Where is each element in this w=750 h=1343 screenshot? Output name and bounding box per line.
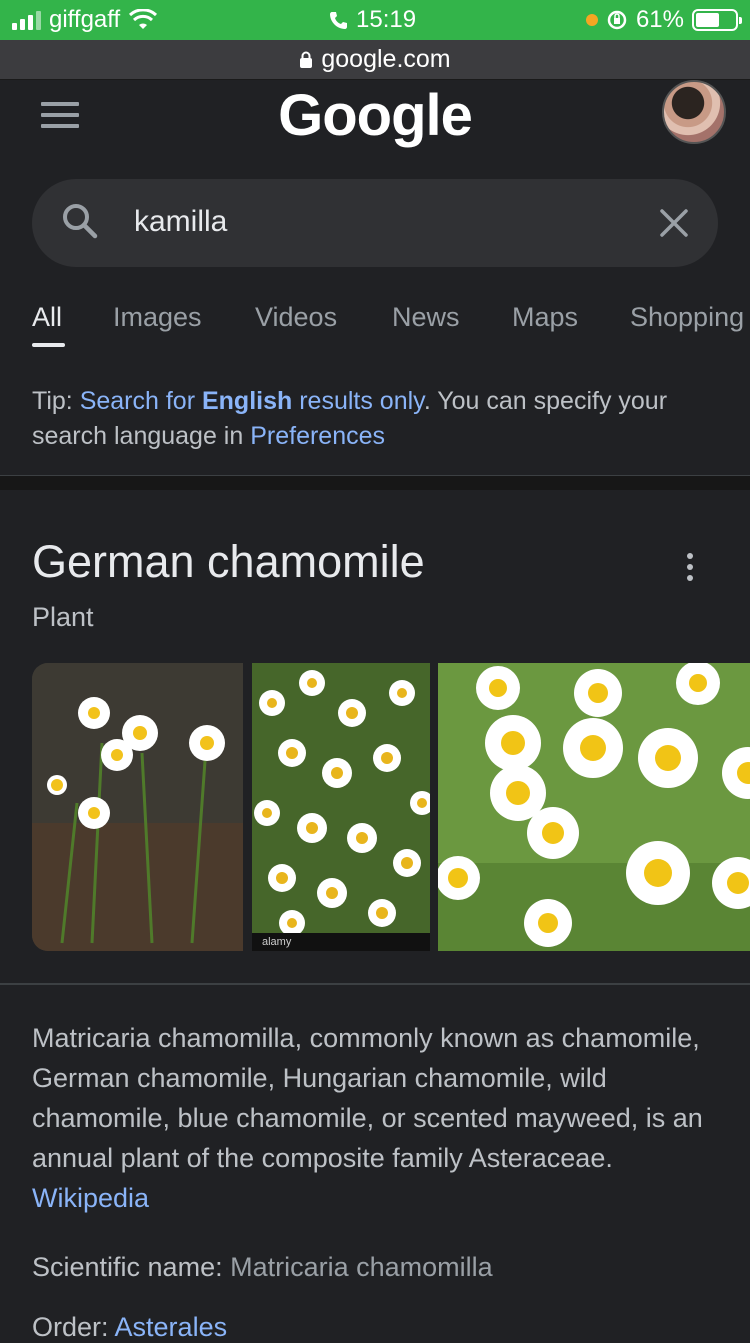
google-logo[interactable]: Google: [0, 82, 750, 149]
knowledge-panel-description: Matricaria chamomilla, commonly known as…: [32, 1018, 722, 1218]
search-input[interactable]: kamilla: [32, 179, 718, 267]
english-results-link[interactable]: Search for English results only: [80, 387, 424, 415]
tab-videos[interactable]: Videos: [255, 302, 337, 333]
description-text: Matricaria chamomilla, commonly known as…: [32, 1023, 703, 1173]
url-domain: google.com: [321, 45, 451, 73]
image-carousel[interactable]: alamy: [0, 663, 750, 951]
status-bar: giffgaff 15:19 61%: [0, 0, 750, 40]
search-icon[interactable]: [60, 201, 100, 241]
knowledge-panel-title: German chamomile: [32, 536, 425, 587]
tab-images[interactable]: Images: [113, 302, 202, 333]
wifi-icon: [129, 9, 158, 29]
tab-all[interactable]: All: [32, 302, 62, 333]
clock-time: 15:19: [356, 6, 417, 33]
wikipedia-link[interactable]: Wikipedia: [32, 1183, 149, 1213]
avatar[interactable]: [662, 80, 726, 144]
image-watermark: alamy: [252, 933, 430, 951]
tab-shopping[interactable]: Shopping: [630, 302, 744, 333]
fact-scientific-name: Scientific name: Matricaria chamomilla: [32, 1252, 493, 1283]
carrier-label: giffgaff: [49, 6, 121, 33]
mic-indicator-icon: [585, 14, 598, 26]
battery-icon: [692, 9, 742, 31]
search-query[interactable]: kamilla: [134, 205, 227, 239]
battery-percent: 61%: [635, 6, 684, 33]
signal-icon: [12, 10, 41, 30]
tip-prefix: Tip:: [32, 387, 80, 415]
more-vert-icon[interactable]: [684, 553, 696, 581]
active-tab-indicator: [32, 343, 65, 347]
divider: [0, 983, 750, 985]
fact-label: Scientific name:: [32, 1252, 231, 1282]
rotation-lock-icon: [607, 10, 627, 30]
section-divider: [0, 476, 750, 490]
tab-maps[interactable]: Maps: [512, 302, 578, 333]
close-icon[interactable]: [654, 203, 694, 243]
fact-label: Order:: [32, 1312, 115, 1342]
preferences-link[interactable]: Preferences: [250, 422, 385, 450]
chamomile-image-3[interactable]: [438, 663, 750, 951]
chamomile-image-1[interactable]: [32, 663, 243, 951]
chamomile-image-2[interactable]: alamy: [252, 663, 430, 951]
phone-call-icon: [330, 12, 347, 29]
lock-icon: [300, 51, 313, 68]
url-bar[interactable]: google.com: [0, 40, 750, 80]
tab-news[interactable]: News: [392, 302, 460, 333]
language-tip: Tip: Search for English results only. Yo…: [32, 384, 722, 454]
fact-order: Order: Asterales: [32, 1312, 227, 1343]
asterales-link[interactable]: Asterales: [115, 1312, 228, 1342]
knowledge-panel-subtitle: Plant: [32, 602, 94, 632]
search-tabs: All Images Videos News Maps Shopping: [0, 290, 750, 350]
google-header: Google: [0, 80, 750, 175]
fact-value: Matricaria chamomilla: [230, 1252, 493, 1282]
